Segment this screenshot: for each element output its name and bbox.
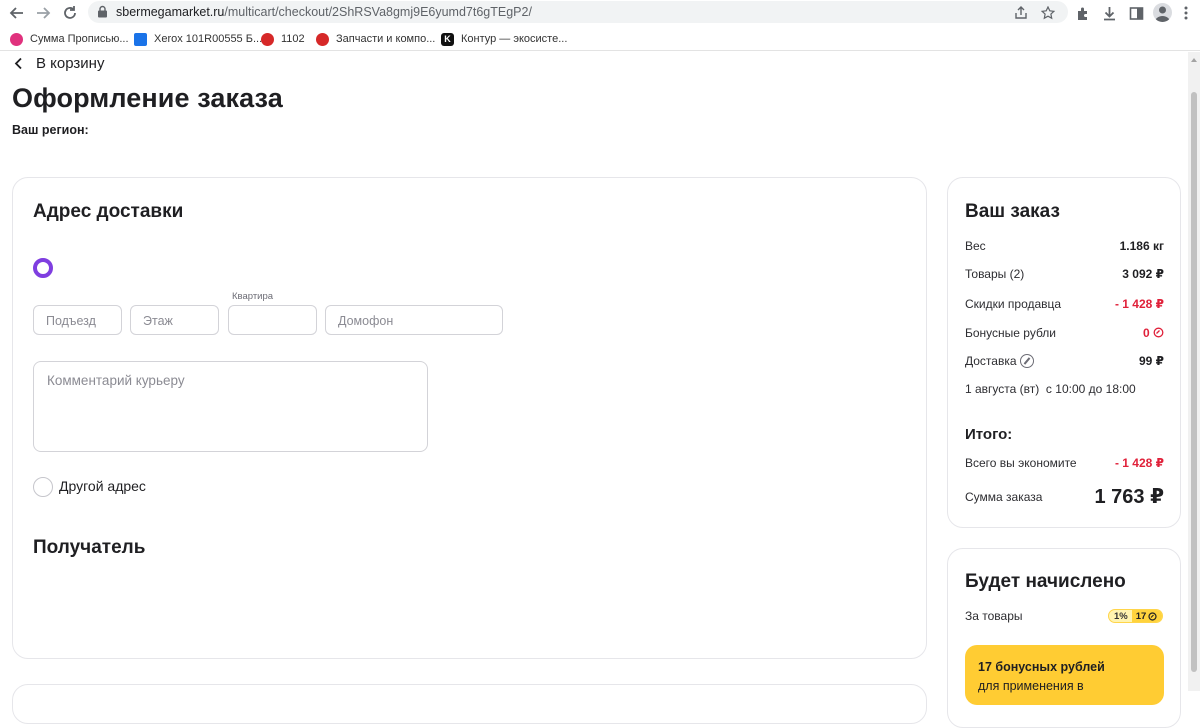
bonus-title: Будет начислено [965, 571, 1126, 592]
back-to-cart-link[interactable]: В корзину [14, 54, 104, 72]
url-host: sbermegamarket.ru [116, 5, 225, 19]
delivery-info-icon[interactable] [1019, 354, 1034, 368]
bonus-amount-wrap: 17 [1131, 610, 1162, 622]
back-to-cart-label: В корзину [36, 54, 105, 72]
reload-icon[interactable] [60, 3, 80, 23]
entrance-input[interactable]: Подъезд [33, 305, 122, 335]
scroll-up-arrow-icon[interactable] [1191, 58, 1197, 62]
bookmarks-bar: Сумма Прописью... Xerox 101R00555 Б... 1… [0, 27, 1200, 51]
bookmark-label: 1102 [281, 33, 305, 45]
order-summary-title: Ваш заказ [965, 201, 1060, 222]
address-radio-selected[interactable] [33, 258, 53, 278]
bookmark-favicon-icon [261, 32, 274, 46]
recipient-title: Получатель [33, 537, 146, 558]
bonus-rubles-value-wrap: 0 [1143, 326, 1164, 340]
delivery-address-title: Адрес доставки [33, 201, 184, 222]
bookmark-item[interactable]: Запчасти и компо... [316, 31, 435, 47]
goods-value: 3 092 ₽ [1122, 267, 1164, 281]
order-summary-card [947, 177, 1181, 528]
bookmark-label: Запчасти и компо... [336, 33, 436, 45]
seller-discount-value: - 1 428 ₽ [1114, 297, 1164, 311]
other-address-label[interactable]: Другой адрес [59, 478, 146, 494]
bonus-promo-banner[interactable]: 17 бонусных рублей для применения в [965, 645, 1164, 705]
address-bar[interactable]: sbermegamarket.ru/multicart/checkout/2Sh… [88, 1, 1068, 23]
floor-input[interactable]: Этаж [130, 305, 219, 335]
browser-toolbar: sbermegamarket.ru/multicart/checkout/2Sh… [0, 0, 1200, 26]
delivery-cost-value: 99 ₽ [1138, 354, 1164, 368]
chevron-left-icon [14, 57, 22, 69]
intercom-input[interactable]: Домофон [325, 305, 503, 335]
bonus-rubles-label: Бонусные рубли [965, 326, 1057, 340]
bookmark-star-icon[interactable] [1039, 4, 1057, 22]
savings-value: - 1 428 ₽ [1114, 456, 1164, 470]
extensions-puzzle-icon[interactable] [1073, 3, 1093, 23]
bookmark-item[interactable]: K Контур — экосисте... [441, 31, 567, 47]
order-sum-value: 1 763 ₽ [1094, 486, 1164, 508]
page-scrollbar[interactable] [1188, 52, 1200, 691]
download-icon[interactable] [1099, 3, 1119, 23]
weight-value: 1.186 кг [1119, 239, 1164, 253]
kontur-favicon-icon: K [441, 32, 454, 46]
apartment-input[interactable] [228, 305, 317, 335]
total-title: Итого: [965, 426, 1013, 443]
seller-discount-label: Скидки продавца [965, 297, 1062, 311]
url-text: sbermegamarket.ru/multicart/checkout/2Sh… [116, 5, 532, 19]
bonus-amount: 17 [1135, 610, 1147, 622]
profile-avatar-icon[interactable] [1153, 3, 1172, 22]
bookmark-label: Сумма Прописью... [30, 33, 129, 45]
bonus-goods-label: За товары [965, 609, 1023, 623]
delivery-date: 1 августа (вт) с 10:00 до 18:00 [965, 382, 1136, 396]
seller-discount-row: Скидки продавца - 1 428 ₽ [965, 297, 1164, 311]
xerox-favicon-icon [134, 32, 147, 46]
order-sum-label: Сумма заказа [965, 490, 1043, 504]
bookmark-favicon-icon [316, 32, 329, 46]
bookmark-item[interactable]: Сумма Прописью... [10, 31, 129, 47]
share-icon[interactable] [1012, 4, 1030, 22]
weight-row: Вес 1.186 кг [965, 239, 1164, 253]
bookmark-favicon-icon [10, 32, 23, 46]
savings-label: Всего вы экономите [965, 456, 1077, 470]
side-panel-icon[interactable] [1126, 3, 1146, 23]
scroll-thumb[interactable] [1191, 92, 1197, 672]
bookmark-item[interactable]: Xerox 101R00555 Б... [134, 31, 262, 47]
bonus-rubles-row: Бонусные рубли 0 [965, 326, 1164, 340]
back-arrow-icon[interactable] [7, 3, 27, 23]
delivery-row: Доставка 99 ₽ [965, 354, 1164, 368]
page-title: Оформление заказа [12, 83, 283, 113]
lock-icon [97, 5, 108, 23]
region-label: Ваш регион: [12, 123, 89, 137]
browser-menu-icon[interactable] [1176, 3, 1196, 23]
bonus-rubles-value: 0 [1142, 326, 1150, 340]
delivery-cost-label: Доставка [965, 354, 1017, 368]
bonus-coin-icon [1153, 327, 1164, 338]
bookmark-label: Контур — экосисте... [461, 33, 568, 45]
courier-comment-textarea[interactable]: Комментарий курьеру [33, 361, 428, 452]
forward-arrow-icon[interactable] [33, 3, 53, 23]
savings-row: Всего вы экономите - 1 428 ₽ [965, 456, 1164, 470]
other-address-radio[interactable] [33, 477, 53, 497]
apartment-label: Квартира [232, 291, 274, 302]
url-path: /multicart/checkout/2ShRSVa8gmj9E6yumd7t… [224, 5, 532, 19]
bonus-percent: 1% [1114, 610, 1128, 622]
weight-label: Вес [965, 239, 986, 253]
order-sum-row: Сумма заказа 1 763 ₽ [965, 486, 1164, 508]
bonus-badge: 1% 17 [1108, 609, 1163, 623]
next-section-card [12, 684, 927, 724]
goods-row: Товары (2) 3 092 ₽ [965, 267, 1164, 281]
bookmark-label: Xerox 101R00555 Б... [154, 33, 263, 45]
promo-line1: 17 бонусных рублей [978, 660, 1105, 674]
bonus-coin-icon [1148, 611, 1157, 621]
goods-label: Товары (2) [965, 267, 1025, 281]
bookmark-item[interactable]: 1102 [261, 31, 305, 47]
